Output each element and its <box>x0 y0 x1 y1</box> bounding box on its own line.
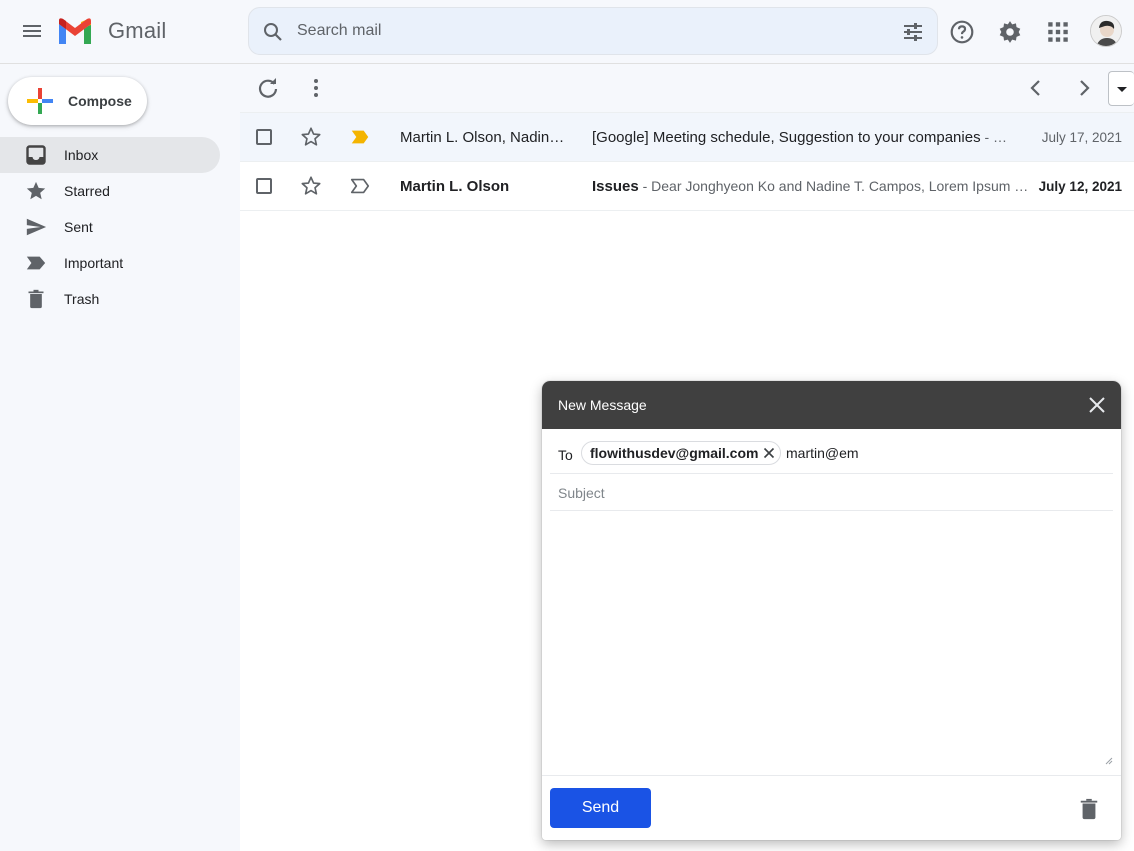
search-bar <box>248 7 938 55</box>
sidebar-item-label: Important <box>64 255 124 271</box>
to-label: To <box>558 447 573 463</box>
sidebar-item-label: Starred <box>64 183 110 199</box>
chevron-left-icon[interactable] <box>1024 76 1048 100</box>
refresh-icon[interactable] <box>256 76 280 100</box>
apps-grid-icon[interactable] <box>1045 19 1071 45</box>
mail-toolbar <box>240 64 1134 113</box>
resize-handle-icon[interactable] <box>1103 755 1113 765</box>
main-menu-button[interactable] <box>20 20 44 44</box>
sidebar-item-important[interactable]: Important <box>0 245 220 281</box>
send-button[interactable]: Send <box>550 788 651 828</box>
email-row[interactable]: Martin L. Olson, Nadin… [Google] Meeting… <box>240 113 1134 162</box>
compose-plus-icon <box>27 88 53 114</box>
avatar-image <box>1091 16 1121 46</box>
inbox-icon <box>24 143 48 167</box>
email-date: July 17, 2021 <box>1041 130 1122 145</box>
email-sender: Martin L. Olson <box>400 178 510 195</box>
important-outline-icon[interactable] <box>349 175 371 197</box>
gmail-m-icon <box>59 18 91 44</box>
trash-icon <box>24 287 48 311</box>
compose-footer: Send <box>542 775 1121 840</box>
search-input[interactable] <box>297 8 857 54</box>
important-icon <box>24 251 48 275</box>
email-date: July 12, 2021 <box>1038 179 1122 194</box>
close-icon[interactable] <box>1087 395 1107 415</box>
compose-window: New Message To flowithusdev@gmail.com Se… <box>542 381 1121 840</box>
more-options-icon[interactable] <box>304 76 328 100</box>
row-checkbox[interactable] <box>256 178 272 194</box>
sidebar-item-label: Inbox <box>64 147 99 163</box>
recipient-chip-label: flowithusdev@gmail.com <box>590 445 759 461</box>
email-snippet: - Dear Jonghyeon Ko and Nadine T. Campos… <box>638 178 1029 194</box>
sidebar-item-label: Trash <box>64 291 100 307</box>
message-body[interactable] <box>550 511 1113 767</box>
star-icon <box>24 179 48 203</box>
search-icon[interactable] <box>261 20 285 44</box>
compose-button[interactable]: Compose <box>8 77 147 125</box>
email-subject: Issues <box>592 178 639 195</box>
sidebar-item-inbox[interactable]: Inbox <box>0 137 220 173</box>
email-row[interactable]: Martin L. Olson Issues - Dear Jonghyeon … <box>240 162 1134 211</box>
star-outline-icon[interactable] <box>300 175 322 197</box>
compose-title: New Message <box>558 397 647 413</box>
important-marker-icon[interactable] <box>349 126 371 148</box>
search-options-icon[interactable] <box>901 20 925 44</box>
row-checkbox[interactable] <box>256 129 272 145</box>
compose-label: Compose <box>68 93 132 109</box>
to-field: To flowithusdev@gmail.com <box>550 429 1113 474</box>
sidebar-item-trash[interactable]: Trash <box>0 281 220 317</box>
sidebar-item-label: Sent <box>64 219 93 235</box>
help-icon[interactable] <box>949 19 975 45</box>
email-content: Issues - Dear Jonghyeon Ko and Nadine T.… <box>592 178 1034 195</box>
sidebar-nav: Inbox Starred Sent Important Trash <box>0 137 240 317</box>
app-name: Gmail <box>108 18 167 43</box>
sidebar-item-sent[interactable]: Sent <box>0 209 220 245</box>
recipient-chip[interactable]: flowithusdev@gmail.com <box>581 441 782 465</box>
star-outline-icon[interactable] <box>300 126 322 148</box>
email-sender: Martin L. Olson, Nadin… <box>400 129 565 146</box>
email-subject: [Google] Meeting schedule, Suggestion to… <box>592 129 981 146</box>
send-icon <box>24 215 48 239</box>
email-snippet: - … <box>980 129 1008 145</box>
account-avatar[interactable] <box>1090 15 1122 47</box>
sidebar: Compose Inbox Starred Sent Important Tra… <box>0 64 240 851</box>
sidebar-item-starred[interactable]: Starred <box>0 173 220 209</box>
input-tools-dropdown[interactable] <box>1108 71 1134 106</box>
chevron-right-icon[interactable] <box>1072 76 1096 100</box>
subject-field <box>550 474 1113 511</box>
gmail-logo[interactable]: Gmail <box>56 17 166 45</box>
to-input[interactable] <box>786 442 1086 464</box>
app-header: Gmail <box>0 0 1134 64</box>
email-content: [Google] Meeting schedule, Suggestion to… <box>592 129 1034 146</box>
discard-draft-icon[interactable] <box>1078 798 1100 820</box>
remove-recipient-icon[interactable] <box>762 446 776 460</box>
subject-input[interactable] <box>558 482 1098 504</box>
settings-gear-icon[interactable] <box>997 19 1023 45</box>
caret-down-icon <box>1117 87 1127 92</box>
compose-header: New Message <box>542 381 1121 429</box>
